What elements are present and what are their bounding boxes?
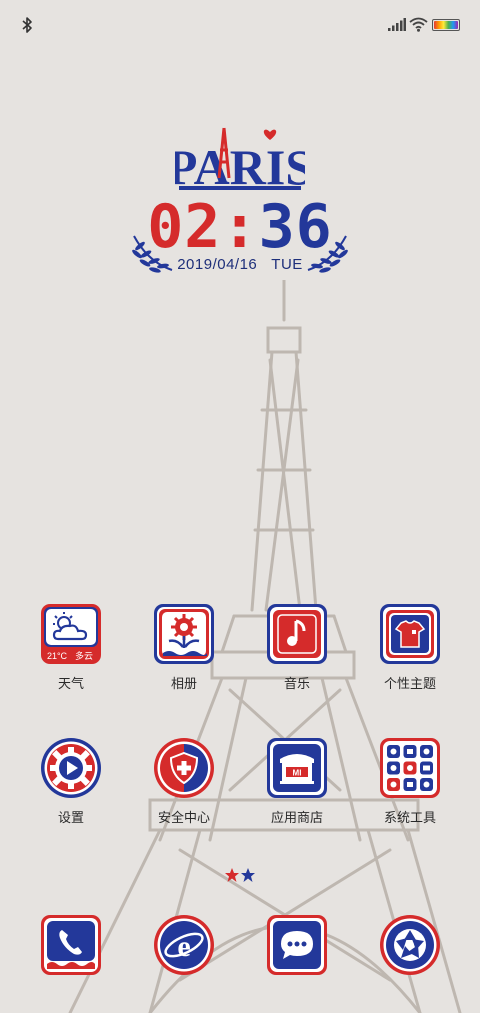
flower-icon xyxy=(154,604,214,664)
app-label: 相册 xyxy=(170,676,197,691)
status-bar xyxy=(0,0,480,50)
app-gallery[interactable]: 相册 xyxy=(136,603,232,703)
app-label: 个性主题 xyxy=(383,676,436,691)
app-themes[interactable]: 个性主题 xyxy=(362,603,458,703)
chat-icon xyxy=(267,915,327,975)
weather-temp: 21°C xyxy=(47,651,68,661)
app-appstore[interactable]: MI 应用商店 xyxy=(249,737,345,837)
paris-logo: PARIS xyxy=(175,127,305,195)
clock-widget[interactable]: PARIS 02:36 2019/04/16 TUE xyxy=(120,120,360,280)
app-label: 安全中心 xyxy=(157,810,210,825)
page-indicator[interactable] xyxy=(224,868,256,882)
page-dot-active xyxy=(225,868,239,882)
gear-icon xyxy=(41,738,101,798)
camera-aperture-icon xyxy=(380,915,440,975)
phone-icon xyxy=(41,915,101,975)
music-note-icon xyxy=(267,604,327,664)
clock-date-value: 2019/04/16 xyxy=(177,256,258,273)
dock-browser[interactable]: e xyxy=(153,914,215,976)
bluetooth-icon xyxy=(22,17,32,33)
clock-separator: : xyxy=(221,192,259,262)
app-weather[interactable]: 21°C 多云 天气 xyxy=(23,603,119,703)
battery-icon xyxy=(432,19,460,31)
weather-condition: 多云 xyxy=(75,650,93,662)
wifi-icon xyxy=(409,17,428,32)
app-tools-folder[interactable]: 系统工具 xyxy=(362,737,458,837)
dock-phone[interactable] xyxy=(40,914,102,976)
app-label: 音乐 xyxy=(283,676,310,691)
signal-icon xyxy=(388,18,406,31)
shield-icon xyxy=(154,738,214,798)
dock-messages[interactable] xyxy=(266,914,328,976)
page-dot xyxy=(241,868,255,882)
app-security[interactable]: 安全中心 xyxy=(136,737,232,837)
browser-icon: e xyxy=(154,915,214,975)
dock-camera[interactable] xyxy=(379,914,441,976)
store-icon: MI xyxy=(267,738,327,798)
weather-icon: 21°C 多云 xyxy=(41,604,101,664)
laurel-right-icon xyxy=(307,235,348,273)
clock-weekday: TUE xyxy=(271,256,303,273)
app-label: 应用商店 xyxy=(270,810,323,825)
folder-grid-icon xyxy=(380,738,440,798)
tshirt-icon xyxy=(380,604,440,664)
app-settings[interactable]: 设置 xyxy=(23,737,119,837)
app-label: 系统工具 xyxy=(383,810,436,825)
app-label: 天气 xyxy=(57,676,84,691)
appstore-badge: MI xyxy=(293,769,302,778)
app-label: 设置 xyxy=(57,810,84,825)
app-music[interactable]: 音乐 xyxy=(249,603,345,703)
